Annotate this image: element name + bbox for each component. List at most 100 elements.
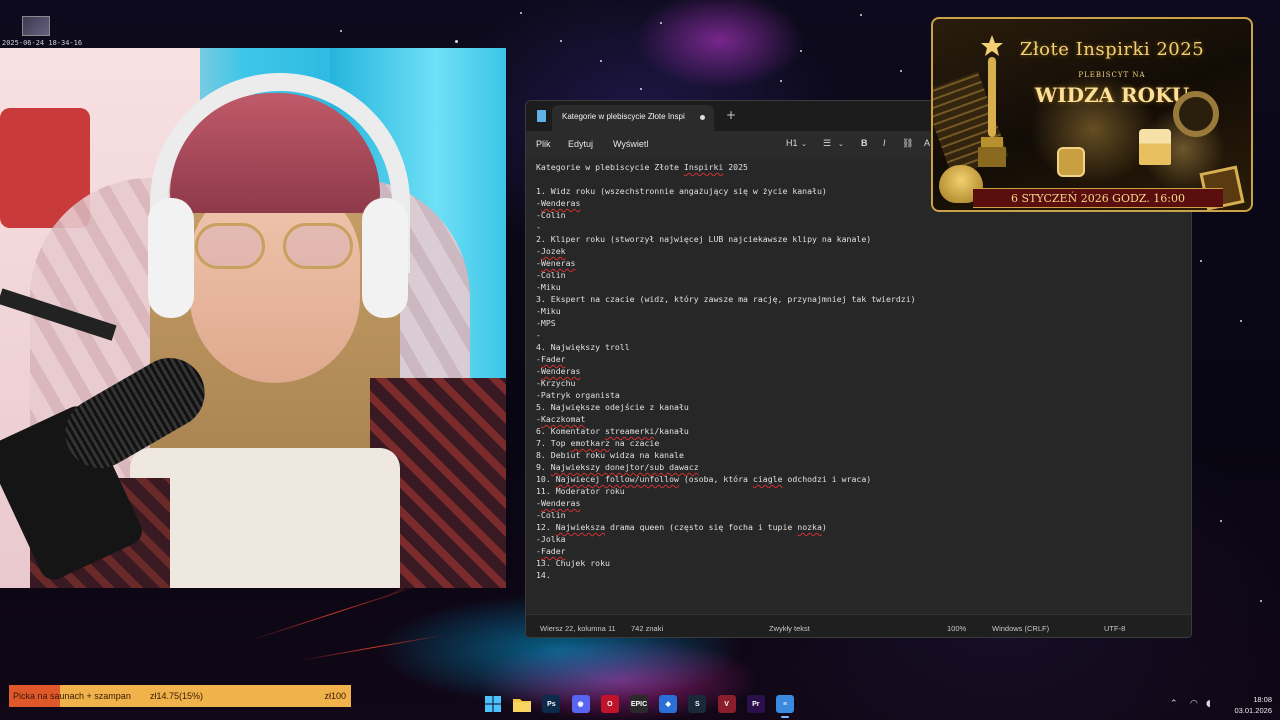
clear-format-icon[interactable]: A	[924, 138, 930, 148]
misspelled-word: Jozek	[540, 246, 566, 256]
new-tab-button[interactable]: +	[726, 108, 736, 122]
steam-steam-icon[interactable]: S	[688, 695, 707, 713]
menu-edit[interactable]: Edytuj	[568, 139, 593, 149]
banner-date: 6 STYCZEŃ 2026 GODZ. 16:00	[1011, 192, 1185, 205]
text-line[interactable]: 4. Największy troll	[536, 341, 916, 353]
text-run: 8. Debiut roku widza na kanale	[536, 450, 684, 460]
text-line[interactable]: 11. Moderator roku	[536, 485, 916, 497]
text-line[interactable]: -Colin	[536, 509, 916, 521]
chevron-up-icon[interactable]: ⌃	[1170, 699, 1178, 709]
recording-timestamp: 2025-06-24 18-34-16	[2, 39, 83, 47]
text-line[interactable]: 14.	[536, 569, 916, 581]
text-line[interactable]: -Fader	[536, 353, 916, 365]
misspelled-word: Fader	[540, 546, 566, 556]
text-run: -Miku	[536, 282, 561, 292]
text-run: /kanału	[654, 426, 689, 436]
text-run: -MPS	[536, 318, 556, 328]
menu-view[interactable]: Wyświetl	[613, 139, 648, 149]
text-line[interactable]: -Jozek	[536, 245, 916, 257]
misspelled-word: Wenderas	[540, 498, 581, 508]
link-icon[interactable]: ⛓	[902, 138, 913, 149]
text-run: -Colin	[536, 210, 566, 220]
text-run: 3. Ekspert na czacie (widz, który zawsze…	[536, 294, 916, 304]
text-line[interactable]: 1. Widz roku (wszechstronnie angażujący …	[536, 185, 916, 197]
misspelled-word: nozka	[797, 522, 822, 532]
text-run: 10.	[536, 474, 556, 484]
text-line[interactable]: -Weneras	[536, 257, 916, 269]
text-line[interactable]: -Kaczkomat	[536, 413, 916, 425]
text-line[interactable]: 13. Chujek roku	[536, 557, 916, 569]
app-red-app-icon[interactable]: V	[717, 695, 736, 713]
text-line[interactable]: -Patryk organista	[536, 389, 916, 401]
banner-date-bar: 6 STYCZEŃ 2026 GODZ. 16:00	[973, 188, 1223, 208]
text-line[interactable]: -MPS	[536, 317, 916, 329]
text-line[interactable]	[536, 173, 916, 185]
text-run: 12.	[536, 522, 556, 532]
encoding[interactable]: UTF-8	[1104, 624, 1125, 633]
text-line[interactable]: 12. Najwieksza drama queen (często się f…	[536, 521, 916, 533]
text-line[interactable]: -Colin	[536, 269, 916, 281]
text-line[interactable]: -	[536, 221, 916, 233]
text-line[interactable]: -Wenderas	[536, 365, 916, 377]
app-blue-app-icon[interactable]: ◆	[659, 695, 678, 713]
menu-file[interactable]: Plik	[536, 139, 551, 149]
italic-button[interactable]: I	[883, 138, 886, 148]
text-run: 9.	[536, 462, 551, 472]
text-line[interactable]: -Miku	[536, 281, 916, 293]
notepad-notepad-icon[interactable]: ≡	[776, 695, 794, 713]
misspelled-word: Weneras	[540, 258, 576, 268]
list-icon[interactable]: ☰	[823, 138, 831, 149]
text-line[interactable]: -Fader	[536, 545, 916, 557]
text-run: -Miku	[536, 306, 561, 316]
tab-title: Kategorie w plebiscycie Złote Inspi	[562, 112, 685, 121]
webcam-feed	[0, 48, 506, 588]
misspelled-word: Inspirki	[683, 162, 724, 172]
text-line[interactable]: -Wenderas	[536, 197, 916, 209]
discord-discord-icon[interactable]: ◉	[571, 695, 590, 713]
text-run: 6. Komentator	[536, 426, 606, 436]
text-line[interactable]: 10. Najwiecej follow/unfollow (osoba, kt…	[536, 473, 916, 485]
text-line[interactable]: -Colin	[536, 209, 916, 221]
photoshop-photoshop-icon[interactable]: Ps	[542, 695, 561, 713]
clock-time: 18:08	[1253, 695, 1272, 704]
text-line[interactable]: 5. Największe odejście z kanału	[536, 401, 916, 413]
text-format[interactable]: Zwykły tekst	[769, 624, 810, 633]
speaker-icon[interactable]: ◖	[1206, 699, 1211, 709]
misspelled-word: Najwieksza	[555, 522, 606, 532]
epic-games-epic-games-icon[interactable]: EPIC	[630, 695, 648, 713]
start-button-windows-icon[interactable]	[484, 695, 502, 713]
opera-opera-icon[interactable]: O	[600, 695, 619, 713]
taskbar: ⌃ ◠ ◖ 18:08 03.01.2026 Ps ◉ O EPIC ◆ S V Pr ≡	[0, 690, 1280, 720]
text-line[interactable]: 8. Debiut roku widza na kanale	[536, 449, 916, 461]
line-ending[interactable]: Windows (CRLF)	[992, 624, 1049, 633]
text-line[interactable]: 2. Kliper roku (stworzył najwięcej LUB n…	[536, 233, 916, 245]
text-line[interactable]: -Miku	[536, 305, 916, 317]
text-line[interactable]: Kategorie w plebiscycie Złote Inspirki 2…	[536, 161, 916, 173]
heading-dropdown[interactable]: H1	[786, 138, 798, 148]
status-bar: Wiersz 22, kolumna 11 742 znaki Zwykły t…	[526, 614, 1191, 637]
character-count: 742 znaki	[631, 624, 664, 633]
unsaved-dot-icon[interactable]	[700, 115, 705, 120]
text-run: -	[536, 222, 541, 232]
premiere-premiere-icon[interactable]: Pr	[746, 695, 765, 713]
text-line[interactable]: 7. Top emotkarz na czacie	[536, 437, 916, 449]
wifi-icon[interactable]: ◠	[1190, 699, 1198, 709]
system-clock[interactable]: 18:08 03.01.2026	[1234, 694, 1272, 716]
text-run: -Colin	[536, 510, 566, 520]
zoom-level[interactable]: 100%	[947, 624, 966, 633]
text-line[interactable]: -	[536, 329, 916, 341]
file-explorer-folder-icon[interactable]	[513, 695, 532, 713]
text-line[interactable]: 6. Komentator streamerki/kanału	[536, 425, 916, 437]
tab-document[interactable]: Kategorie w plebiscycie Złote Inspi	[552, 105, 714, 131]
text-line[interactable]: 9. Najwiekszy donejtor/sub dawacz	[536, 461, 916, 473]
text-run: 1. Widz roku (wszechstronnie angażujący …	[536, 186, 827, 196]
text-line[interactable]: -Jolka	[536, 533, 916, 545]
popcorn-icon	[1139, 129, 1171, 165]
document-text[interactable]: Kategorie w plebiscycie Złote Inspirki 2…	[536, 161, 916, 581]
text-line[interactable]: -Krzychu	[536, 377, 916, 389]
text-editor[interactable]: Kategorie w plebiscycie Złote Inspirki 2…	[526, 159, 1191, 614]
text-run: -Patryk organista	[536, 390, 620, 400]
text-line[interactable]: 3. Ekspert na czacie (widz, który zawsze…	[536, 293, 916, 305]
bold-button[interactable]: B	[861, 138, 868, 148]
text-line[interactable]: -Wenderas	[536, 497, 916, 509]
